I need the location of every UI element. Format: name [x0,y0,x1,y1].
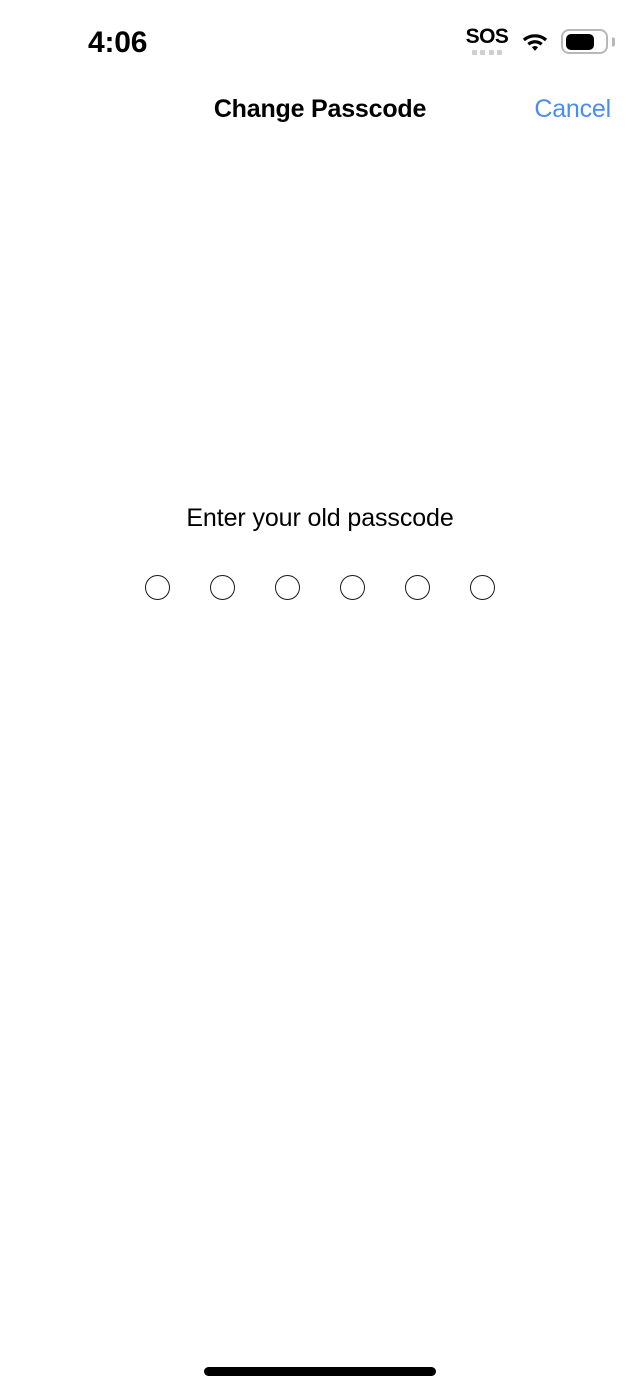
battery-icon [561,29,611,54]
sos-label: SOS [466,26,509,47]
battery-fill [566,34,594,50]
battery-body [561,29,608,54]
cancel-button[interactable]: Cancel [534,88,611,130]
status-bar-time: 4:06 [88,25,147,61]
signal-dot [497,50,502,55]
cellular-sos-indicator: SOS [465,26,509,60]
signal-dot [489,50,494,55]
passcode-dots[interactable] [145,575,495,600]
passcode-dot [210,575,235,600]
passcode-dot [405,575,430,600]
status-bar: 4:06 SOS [0,0,640,88]
wifi-icon [521,31,549,52]
passcode-prompt: Enter your old passcode [186,503,453,533]
home-indicator-area [0,1347,640,1387]
passcode-dot [340,575,365,600]
signal-dot [480,50,485,55]
status-bar-indicators: SOS [465,26,611,60]
passcode-dot [275,575,300,600]
battery-cap [612,37,615,46]
passcode-entry: Enter your old passcode [0,503,640,600]
passcode-content: Enter your old passcode [0,140,640,1347]
passcode-dot [145,575,170,600]
navigation-bar: Change Passcode Cancel [0,88,640,140]
home-indicator[interactable] [204,1367,436,1376]
signal-dot [472,50,477,55]
signal-strength-dots [472,50,503,55]
change-passcode-screen: 4:06 SOS Change Passcode Cancel [0,0,640,1387]
passcode-dot [470,575,495,600]
